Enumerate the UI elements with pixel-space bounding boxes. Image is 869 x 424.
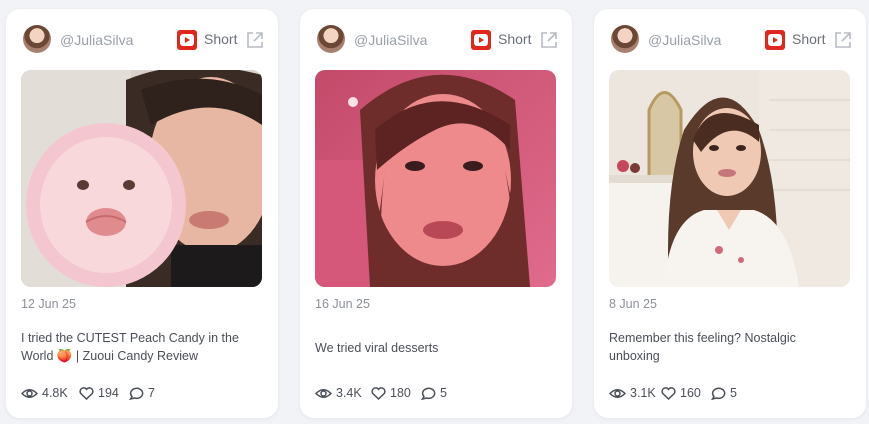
comments-count: 5 (730, 386, 737, 400)
comments-stat: 7 (129, 386, 155, 400)
external-link-icon[interactable] (539, 30, 559, 50)
heart-icon (661, 386, 676, 400)
comments-stat: 5 (421, 386, 447, 400)
video-thumbnail[interactable] (21, 70, 262, 287)
comments-stat: 5 (711, 386, 737, 400)
likes-count: 180 (390, 386, 411, 400)
views-count: 4.8K (42, 386, 68, 400)
post-title[interactable]: Remember this feeling? Nostalgic unboxin… (609, 329, 841, 365)
external-link-icon[interactable] (833, 30, 853, 50)
likes-stat: 160 (661, 386, 701, 400)
heart-icon (371, 386, 386, 400)
post-date: 12 Jun 25 (21, 297, 76, 311)
comments-count: 5 (440, 386, 447, 400)
avatar[interactable] (317, 25, 345, 53)
post-card[interactable]: @JuliaSilva Short (300, 9, 572, 418)
views-stat: 4.8K (21, 386, 68, 400)
comment-icon (421, 387, 436, 400)
eye-icon (315, 388, 332, 398)
youtube-icon (471, 30, 491, 50)
eye-icon (21, 388, 38, 398)
card-header: @JuliaSilva Short (23, 24, 267, 56)
heart-icon (79, 386, 94, 400)
post-title[interactable]: I tried the CUTEST Peach Candy in the Wo… (21, 329, 253, 365)
post-title[interactable]: We tried viral desserts (315, 339, 547, 357)
likes-stat: 180 (371, 386, 411, 400)
youtube-icon (177, 30, 197, 50)
creator-handle[interactable]: @JuliaSilva (648, 32, 721, 48)
post-date: 8 Jun 25 (609, 297, 657, 311)
comment-icon (129, 387, 144, 400)
creator-handle[interactable]: @JuliaSilva (60, 32, 133, 48)
views-stat: 3.1K (609, 386, 656, 400)
post-date: 16 Jun 25 (315, 297, 370, 311)
avatar[interactable] (23, 25, 51, 53)
likes-stat: 194 (79, 386, 119, 400)
likes-count: 194 (98, 386, 119, 400)
creator-handle[interactable]: @JuliaSilva (354, 32, 427, 48)
card-header: @JuliaSilva Short (611, 24, 855, 56)
views-stat: 3.4K (315, 386, 362, 400)
views-count: 3.1K (630, 386, 656, 400)
post-type-label: Short (204, 31, 238, 47)
likes-count: 160 (680, 386, 701, 400)
comments-count: 7 (148, 386, 155, 400)
avatar[interactable] (611, 25, 639, 53)
comment-icon (711, 387, 726, 400)
eye-icon (609, 388, 626, 398)
video-thumbnail[interactable] (609, 70, 850, 287)
post-type-label: Short (498, 31, 532, 47)
post-card[interactable]: @JuliaSilva Short (594, 9, 866, 418)
external-link-icon[interactable] (245, 30, 265, 50)
views-count: 3.4K (336, 386, 362, 400)
video-thumbnail[interactable] (315, 70, 556, 287)
post-type-label: Short (792, 31, 826, 47)
post-card[interactable]: @JuliaSilva Short 12 Jun 25 I tried the … (6, 9, 278, 418)
card-header: @JuliaSilva Short (317, 24, 561, 56)
youtube-icon (765, 30, 785, 50)
